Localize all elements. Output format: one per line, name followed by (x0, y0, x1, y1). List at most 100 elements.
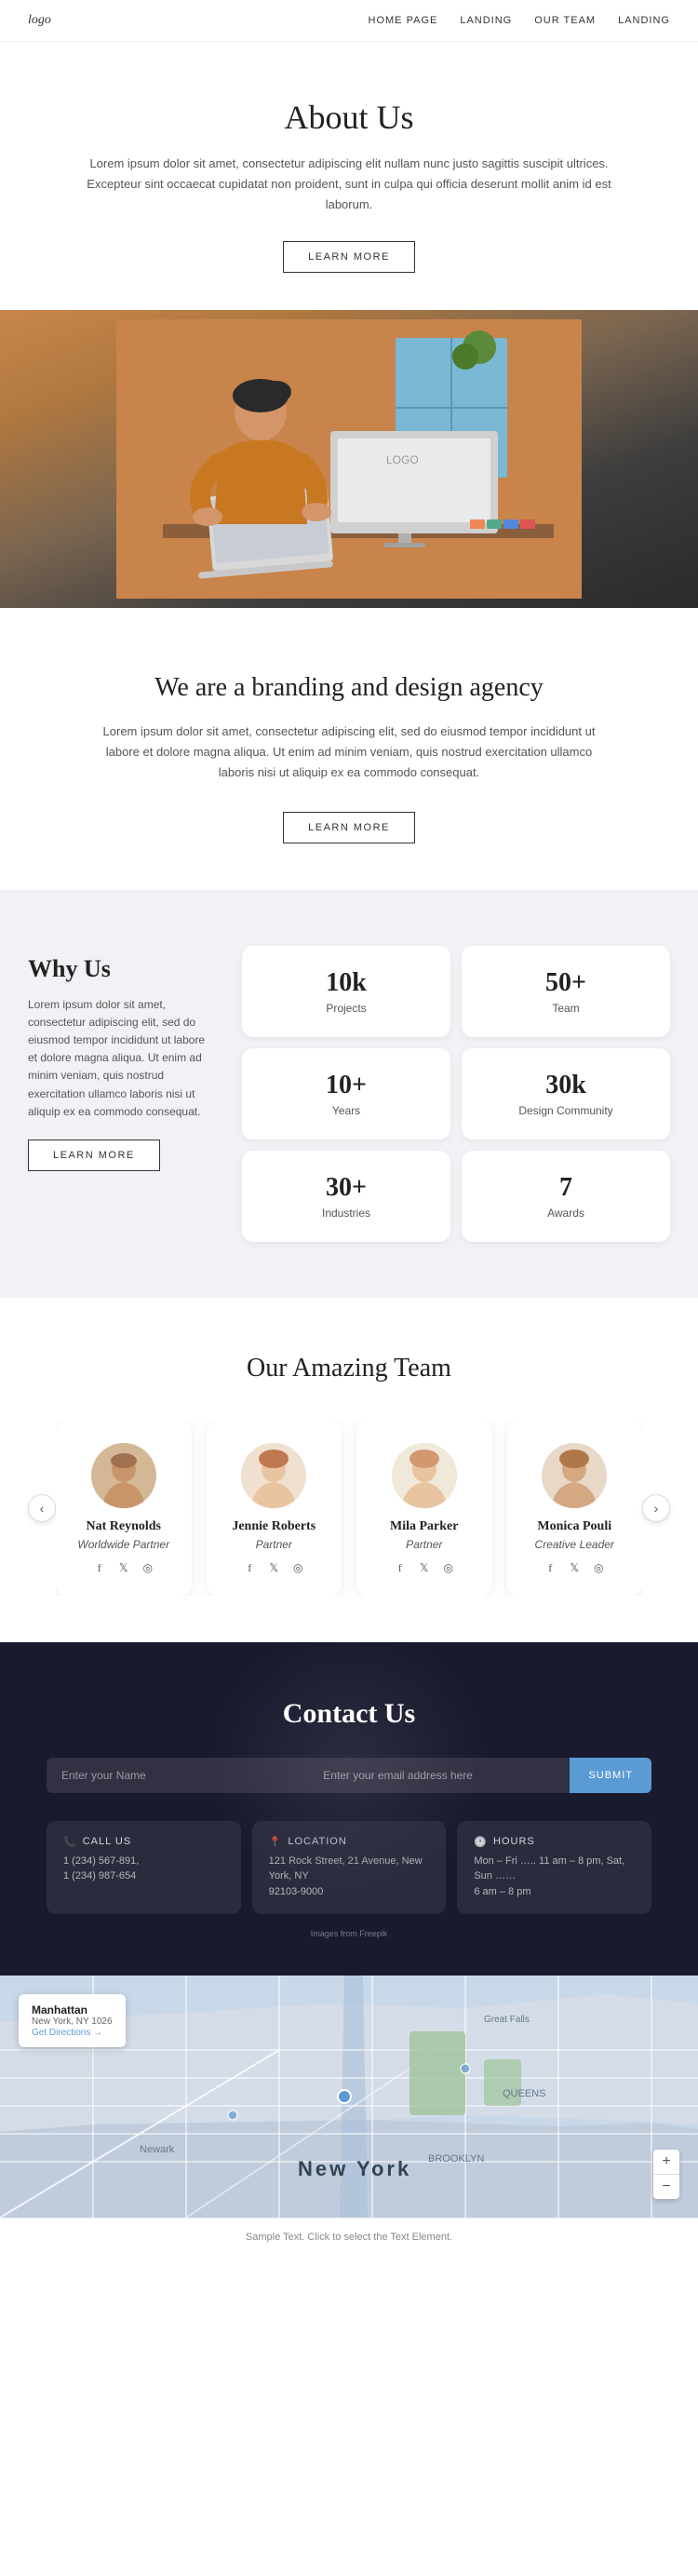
logo: logo (28, 13, 51, 28)
instagram-icon-2[interactable]: ◎ (440, 1560, 457, 1577)
svg-text:LOGO: LOGO (386, 453, 419, 466)
instagram-icon-3[interactable]: ◎ (590, 1560, 607, 1577)
contact-card-hours-title: 🕐 HOURS (474, 1836, 635, 1848)
map-directions-link[interactable]: Get Directions → (32, 2028, 102, 2038)
nav-landing2[interactable]: LANDING (618, 15, 670, 26)
avatar-0 (91, 1443, 156, 1508)
svg-text:QUEENS: QUEENS (503, 2088, 545, 2099)
hero-image-inner: LOGO (0, 310, 698, 608)
instagram-icon-1[interactable]: ◎ (289, 1560, 306, 1577)
map-info-box: Manhattan New York, NY 1026 Get Directio… (19, 1994, 126, 2047)
team-card-0: Nat Reynolds Worldwide Partner f 𝕏 ◎ (56, 1421, 192, 1596)
branding-learn-more-button[interactable]: LEARN MORE (283, 812, 415, 843)
team-card-3: Monica Pouli Creative Leader f 𝕏 ◎ (507, 1421, 643, 1596)
instagram-icon-0[interactable]: ◎ (140, 1560, 156, 1577)
map-zoom-controls: + − (653, 2150, 679, 2199)
why-us-grid: 10k Projects 50+ Team 10+ Years 30k Desi… (242, 946, 670, 1242)
hero-illustration: LOGO (116, 319, 582, 599)
contact-submit-button[interactable]: SUBMIT (570, 1758, 651, 1793)
nav-links: HOME PAGE LANDING OUR TEAM LANDING (369, 15, 670, 26)
contact-email-input[interactable] (308, 1758, 570, 1793)
contact-title: Contact Us (47, 1698, 651, 1730)
twitter-icon-1[interactable]: 𝕏 (265, 1560, 282, 1577)
avatar-3 (542, 1443, 607, 1508)
nav-landing1[interactable]: LANDING (460, 15, 512, 26)
contact-name-input[interactable] (47, 1758, 308, 1793)
contact-form: SUBMIT (47, 1758, 651, 1793)
twitter-icon-3[interactable]: 𝕏 (566, 1560, 583, 1577)
stat-card-industries: 30+ Industries (242, 1151, 450, 1242)
team-member-name-3: Monica Pouli (522, 1519, 628, 1534)
team-title: Our Amazing Team (28, 1354, 670, 1383)
team-member-role-1: Partner (221, 1538, 328, 1551)
stat-num-projects: 10k (261, 968, 432, 998)
stat-num-industries: 30+ (261, 1173, 432, 1203)
contact-card-call: 📞 CALL US 1 (234) 567-891, 1 (234) 987-6… (47, 1821, 241, 1915)
contact-card-hours: 🕐 HOURS Mon – Fri ….. 11 am – 8 pm, Sat,… (457, 1821, 651, 1915)
contact-section: Contact Us SUBMIT 📞 CALL US 1 (234) 567-… (0, 1642, 698, 1976)
stat-num-design-community: 30k (480, 1071, 651, 1100)
team-member-name-1: Jennie Roberts (221, 1519, 328, 1534)
branding-description: Lorem ipsum dolor sit amet, consectetur … (93, 722, 605, 783)
map-section: New York QUEENS BROOKLYN Newark Great Fa… (0, 1976, 698, 2218)
stat-label-projects: Projects (261, 1002, 432, 1015)
svg-text:Great Falls: Great Falls (484, 2015, 530, 2025)
contact-card-call-title: 📞 CALL US (63, 1836, 224, 1848)
social-icons-3: f 𝕏 ◎ (522, 1560, 628, 1577)
social-icons-2: f 𝕏 ◎ (371, 1560, 477, 1577)
about-description: Lorem ipsum dolor sit amet, consectetur … (74, 154, 624, 215)
nav-our-team[interactable]: OUR TEAM (534, 15, 596, 26)
facebook-icon-1[interactable]: f (241, 1560, 258, 1577)
social-icons-1: f 𝕏 ◎ (221, 1560, 328, 1577)
svg-text:New York: New York (298, 2157, 411, 2180)
why-us-description: Lorem ipsum dolor sit amet, consectetur … (28, 996, 214, 1121)
twitter-icon-2[interactable]: 𝕏 (416, 1560, 433, 1577)
avatar-2 (392, 1443, 457, 1508)
team-card-1: Jennie Roberts Partner f 𝕏 ◎ (207, 1421, 342, 1596)
stat-card-awards: 7 Awards (462, 1151, 670, 1242)
stat-num-awards: 7 (480, 1173, 651, 1203)
about-title: About Us (74, 98, 624, 137)
facebook-icon-3[interactable]: f (542, 1560, 558, 1577)
team-member-role-3: Creative Leader (522, 1538, 628, 1551)
stat-num-years: 10+ (261, 1071, 432, 1100)
team-member-name-2: Mila Parker (371, 1519, 477, 1534)
stat-label-years: Years (261, 1104, 432, 1117)
facebook-icon-0[interactable]: f (91, 1560, 108, 1577)
map-background: New York QUEENS BROOKLYN Newark Great Fa… (0, 1976, 698, 2218)
map-zoom-out-button[interactable]: − (653, 2175, 679, 2199)
why-us-learn-more-button[interactable]: LEARN MORE (28, 1140, 160, 1171)
about-learn-more-button[interactable]: LEARN MORE (283, 241, 415, 273)
footer-bar: Sample Text. Click to select the Text El… (0, 2218, 698, 2256)
map-zoom-in-button[interactable]: + (653, 2150, 679, 2174)
why-us-title: Why Us (28, 955, 214, 983)
stat-label-awards: Awards (480, 1207, 651, 1220)
footer-text: Sample Text. Click to select the Text El… (246, 2232, 452, 2243)
team-member-role-2: Partner (371, 1538, 477, 1551)
stat-num-team: 50+ (480, 968, 651, 998)
stat-card-design-community: 30k Design Community (462, 1048, 670, 1140)
clock-icon: 🕐 (474, 1836, 488, 1848)
about-section: About Us Lorem ipsum dolor sit amet, con… (0, 42, 698, 310)
contact-card-call-info: 1 (234) 567-891, 1 (234) 987-654 (63, 1854, 224, 1884)
stat-label-team: Team (480, 1002, 651, 1015)
stat-card-team: 50+ Team (462, 946, 670, 1037)
team-carousel: ‹ Nat Reynolds Worldwide Partner f 𝕏 ◎ (28, 1421, 670, 1596)
map-address: New York, NY 1026 (32, 2016, 113, 2027)
why-us-left: Why Us Lorem ipsum dolor sit amet, conse… (28, 946, 214, 1171)
social-icons-0: f 𝕏 ◎ (71, 1560, 177, 1577)
facebook-icon-2[interactable]: f (392, 1560, 409, 1577)
stat-label-design-community: Design Community (480, 1104, 651, 1117)
svg-text:Newark: Newark (140, 2144, 175, 2155)
map-city: Manhattan (32, 2003, 113, 2016)
branding-section: We are a branding and design agency Lore… (0, 608, 698, 889)
hero-image: LOGO (0, 310, 698, 608)
phone-icon: 📞 (63, 1836, 77, 1848)
carousel-next-button[interactable]: › (642, 1494, 670, 1522)
nav-home[interactable]: HOME PAGE (369, 15, 438, 26)
carousel-prev-button[interactable]: ‹ (28, 1494, 56, 1522)
avatar-1 (241, 1443, 306, 1508)
contact-credit: Images from Freepik (47, 1929, 651, 1938)
twitter-icon-0[interactable]: 𝕏 (115, 1560, 132, 1577)
navbar: logo HOME PAGE LANDING OUR TEAM LANDING (0, 0, 698, 42)
